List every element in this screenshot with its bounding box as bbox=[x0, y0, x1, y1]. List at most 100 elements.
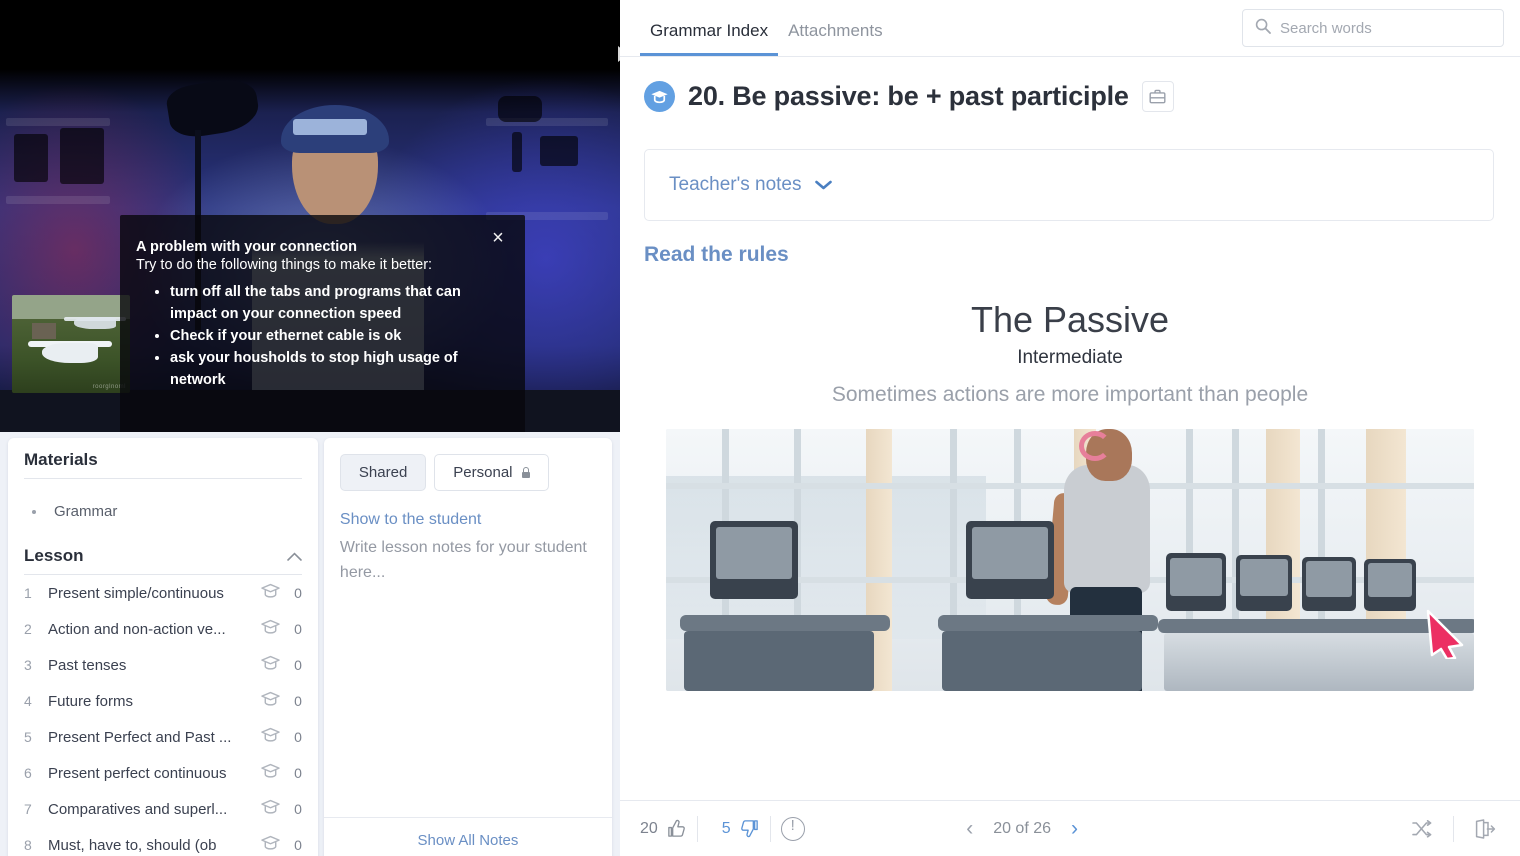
lesson-hero-image bbox=[666, 429, 1474, 691]
materials-heading: Materials bbox=[24, 450, 98, 469]
exit-icon bbox=[1475, 818, 1496, 839]
notes-tabs: Shared Personal bbox=[339, 454, 596, 491]
toast-subtitle: Try to do the following things to make i… bbox=[136, 257, 433, 273]
row-count: 0 bbox=[294, 801, 302, 817]
read-the-rules-link[interactable]: Read the rules bbox=[644, 243, 1520, 267]
close-icon[interactable]: × bbox=[485, 225, 511, 251]
treadmill-base bbox=[942, 631, 1142, 691]
table-row[interactable]: 1 Present simple/continuous 0 bbox=[8, 575, 318, 611]
material-item-label: Grammar bbox=[54, 503, 118, 520]
right-column: Grammar Index Attachments 20. Be passive… bbox=[620, 0, 1520, 856]
notes-placeholder[interactable]: Write lesson notes for your student here… bbox=[340, 535, 596, 585]
left-column: roorglnoml × A problem with your connect… bbox=[0, 0, 620, 856]
pip-video-thumbnail[interactable]: roorglnoml bbox=[12, 295, 130, 393]
pip-sky bbox=[12, 295, 130, 319]
treadmill-console bbox=[966, 521, 1054, 599]
row-number: 8 bbox=[24, 837, 32, 853]
search-input[interactable] bbox=[1280, 19, 1493, 37]
treadmill-console bbox=[1302, 557, 1356, 611]
row-number: 7 bbox=[24, 801, 32, 817]
next-page-button[interactable]: › bbox=[1071, 818, 1078, 839]
search-box[interactable] bbox=[1242, 9, 1504, 47]
pagination: ‹ 20 of 26 › bbox=[966, 818, 1078, 839]
tab-personal-label: Personal bbox=[453, 464, 513, 481]
report-issue-icon[interactable] bbox=[780, 816, 805, 841]
toast-tips-list: turn off all the tabs and programs that … bbox=[170, 281, 503, 391]
lesson-heading-row: Lesson bbox=[24, 546, 302, 574]
list-item: turn off all the tabs and programs that … bbox=[170, 281, 503, 325]
toast-title: A problem with your connection bbox=[136, 239, 357, 255]
material-item-grammar[interactable]: Grammar bbox=[24, 491, 302, 534]
teachers-notes-card[interactable]: Teacher's notes bbox=[644, 149, 1494, 221]
video-stage[interactable]: roorglnoml × A problem with your connect… bbox=[0, 0, 620, 432]
divider bbox=[769, 815, 771, 842]
like-button[interactable]: 20 bbox=[640, 818, 687, 839]
studio-prop bbox=[60, 128, 104, 184]
prev-page-button[interactable]: ‹ bbox=[966, 818, 973, 839]
chevron-down-icon[interactable] bbox=[815, 177, 833, 194]
dislike-button[interactable]: 5 bbox=[722, 818, 760, 839]
row-number: 5 bbox=[24, 729, 32, 745]
table-row[interactable]: 8 Must, have to, should (ob 0 bbox=[8, 827, 318, 856]
tab-personal[interactable]: Personal bbox=[434, 454, 549, 491]
row-count: 0 bbox=[294, 621, 302, 637]
row-count: 0 bbox=[294, 729, 302, 745]
lesson-heading: Lesson bbox=[24, 546, 84, 565]
page-title-row: 20. Be passive: be + past participle bbox=[620, 57, 1520, 112]
row-number: 6 bbox=[24, 765, 32, 781]
lesson-header: The Passive Intermediate Sometimes actio… bbox=[620, 299, 1520, 407]
table-row[interactable]: 4 Future forms 0 bbox=[8, 683, 318, 719]
divider bbox=[1452, 815, 1454, 842]
chevron-up-icon[interactable] bbox=[287, 549, 302, 563]
lesson-tagline: Sometimes actions are more important tha… bbox=[831, 383, 1309, 406]
divider bbox=[696, 815, 698, 842]
top-bar: Grammar Index Attachments bbox=[620, 0, 1520, 57]
show-all-notes-button[interactable]: Show All Notes bbox=[323, 817, 612, 856]
exit-button[interactable] bbox=[1464, 814, 1506, 844]
search-icon bbox=[1255, 18, 1271, 39]
show-to-student-link[interactable]: Show to the student bbox=[340, 511, 596, 529]
footer-toolbar: 20 5 ‹ 20 of 26 › bbox=[620, 800, 1520, 856]
graduation-cap-icon bbox=[261, 799, 280, 819]
row-label: Must, have to, should (ob bbox=[48, 836, 217, 854]
tab-grammar-index[interactable]: Grammar Index bbox=[640, 0, 779, 56]
row-label: Past tenses bbox=[48, 656, 127, 674]
table-row[interactable]: 7 Comparatives and superl... 0 bbox=[8, 791, 318, 827]
row-label: Action and non-action ve... bbox=[48, 620, 226, 638]
thumbs-up-icon bbox=[667, 819, 685, 837]
pip-airplane bbox=[42, 343, 98, 363]
dislike-count: 5 bbox=[721, 819, 731, 837]
list-item: Check if your ethernet cable is ok bbox=[170, 325, 503, 347]
treadmill-base bbox=[684, 631, 874, 691]
lesson-list[interactable]: 1 Present simple/continuous 0 2 Action a… bbox=[8, 575, 318, 856]
pip-expand-arrow-icon[interactable] bbox=[618, 46, 620, 62]
row-count: 0 bbox=[294, 765, 302, 781]
lesson-header-wrap[interactable]: Lesson bbox=[8, 534, 318, 574]
row-count: 0 bbox=[294, 657, 302, 673]
treadmill-handlebar bbox=[680, 615, 890, 631]
list-item: ask your housholds to stop high usage of… bbox=[170, 347, 503, 391]
pip-airplane-far bbox=[74, 317, 116, 329]
page-title: 20. Be passive: be + past participle bbox=[688, 81, 1129, 111]
graduation-cap-icon bbox=[261, 655, 280, 675]
materials-header-wrap: Materials bbox=[8, 438, 318, 478]
tab-shared[interactable]: Shared bbox=[339, 454, 427, 491]
table-row[interactable]: 2 Action and non-action ve... 0 bbox=[8, 611, 318, 647]
studio-shelf bbox=[6, 196, 110, 204]
notes-panel: Shared Personal Show to the student Writ… bbox=[323, 438, 612, 856]
table-row[interactable]: 6 Present perfect continuous 0 bbox=[8, 755, 318, 791]
lesson-title: The Passive bbox=[970, 299, 1170, 340]
graduation-cap-icon bbox=[261, 691, 280, 711]
tab-attachments[interactable]: Attachments bbox=[778, 0, 893, 56]
tab-shared-label: Shared bbox=[358, 464, 408, 481]
shuffle-button[interactable] bbox=[1401, 814, 1443, 844]
cursor-arrow-icon bbox=[1426, 609, 1464, 659]
briefcase-button[interactable] bbox=[1141, 81, 1174, 112]
table-row[interactable]: 3 Past tenses 0 bbox=[8, 647, 318, 683]
row-number: 4 bbox=[24, 693, 32, 709]
treadmill-console bbox=[1364, 559, 1416, 611]
table-row[interactable]: 5 Present Perfect and Past ... 0 bbox=[8, 719, 318, 755]
treadmill-console bbox=[710, 521, 798, 599]
notes-body: Shared Personal Show to the student Writ… bbox=[324, 438, 612, 817]
graduation-cap-icon bbox=[261, 727, 280, 747]
